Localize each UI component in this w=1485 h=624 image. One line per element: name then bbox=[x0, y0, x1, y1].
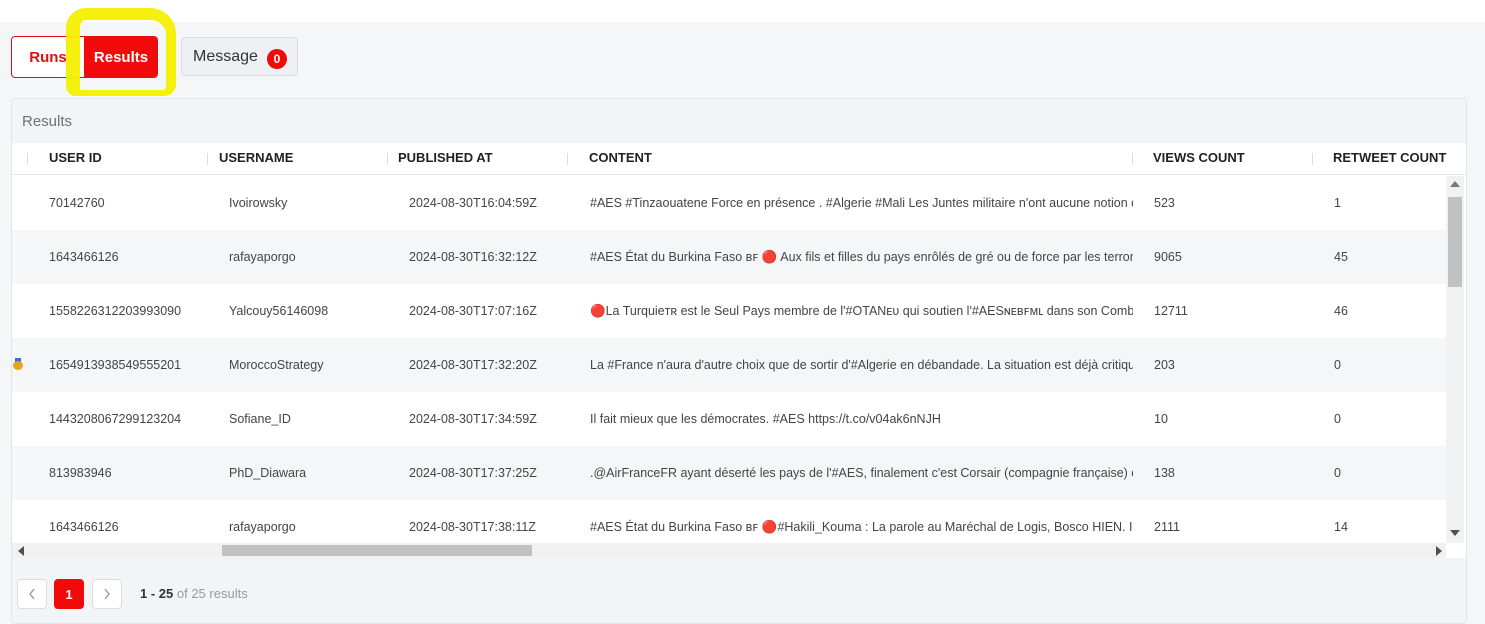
column-header-published-at[interactable]: PUBLISHED AT bbox=[398, 143, 493, 175]
tab-runs[interactable]: Runs bbox=[12, 37, 84, 77]
chevron-right-icon bbox=[104, 588, 110, 600]
cell-username: Ivoirowsky bbox=[229, 196, 288, 210]
cell-username: rafayaporgo bbox=[229, 520, 296, 534]
tab-results[interactable]: Results bbox=[84, 37, 157, 77]
cell-user-id: 1643466126 bbox=[49, 520, 119, 534]
cell-views-count: 10 bbox=[1154, 412, 1168, 426]
cell-content: #AES #Tinzaouatene Force en présence . #… bbox=[590, 196, 1133, 210]
column-header-retweet-count[interactable]: RETWEET COUNT bbox=[1333, 143, 1446, 175]
pagination-total: of 25 results bbox=[176, 586, 248, 601]
cell-retweet-count: 0 bbox=[1334, 412, 1341, 426]
table-row[interactable]: 1654913938549555201 MoroccoStrategy 2024… bbox=[12, 338, 1446, 392]
message-count-badge: 0 bbox=[267, 49, 287, 69]
table-row[interactable]: 1558226312203993090 Yalcouy56146098 2024… bbox=[12, 284, 1446, 338]
cell-views-count: 138 bbox=[1154, 466, 1175, 480]
cell-username: Yalcouy56146098 bbox=[229, 304, 329, 318]
cell-content: Il fait mieux que les démocrates. #AES h… bbox=[590, 412, 941, 426]
panel-title: Results bbox=[22, 113, 73, 130]
tab-message[interactable]: Message 0 bbox=[181, 37, 298, 76]
cell-retweet-count: 0 bbox=[1334, 358, 1341, 372]
cell-views-count: 12711 bbox=[1154, 304, 1188, 318]
column-header-username[interactable]: USERNAME bbox=[219, 143, 293, 175]
cell-retweet-count: 46 bbox=[1334, 304, 1348, 318]
cell-content: 🔴La Turquieᴛʀ est le Seul Pays membre de… bbox=[590, 304, 1133, 318]
cell-retweet-count: 45 bbox=[1334, 250, 1348, 264]
column-header-user-id[interactable]: USER ID bbox=[49, 143, 102, 175]
scroll-up-arrow-icon[interactable] bbox=[1450, 181, 1460, 187]
cell-views-count: 2111 bbox=[1154, 520, 1180, 534]
cell-username: MoroccoStrategy bbox=[229, 358, 324, 372]
table-row[interactable]: 1643466126 rafayaporgo 2024-08-30T17:38:… bbox=[12, 500, 1446, 543]
table-body: 70142760 Ivoirowsky 2024-08-30T16:04:59Z… bbox=[12, 176, 1446, 543]
results-panel: Results USER ID USERNAME PUBLISHED AT CO… bbox=[11, 98, 1467, 624]
cell-retweet-count: 14 bbox=[1334, 520, 1348, 534]
chevron-left-icon bbox=[29, 588, 35, 600]
cell-user-id: 813983946 bbox=[49, 466, 112, 480]
scroll-right-arrow-icon[interactable] bbox=[1436, 546, 1442, 556]
cell-username: PhD_Diawara bbox=[229, 466, 307, 480]
column-header-content[interactable]: CONTENT bbox=[589, 143, 652, 175]
results-table: USER ID USERNAME PUBLISHED AT CONTENT VI… bbox=[12, 143, 1466, 558]
top-bar bbox=[0, 0, 1485, 22]
cell-user-id: 1443208067299123204 bbox=[49, 412, 182, 426]
runs-results-segmented-control: Runs Results bbox=[11, 36, 158, 78]
scroll-left-arrow-icon[interactable] bbox=[18, 546, 24, 556]
column-separator bbox=[387, 153, 388, 165]
cell-views-count: 523 bbox=[1154, 196, 1175, 210]
horizontal-scroll-thumb[interactable] bbox=[222, 545, 532, 556]
cell-username: rafayaporgo bbox=[229, 250, 296, 264]
cell-published-at: 2024-08-30T17:07:16Z bbox=[409, 304, 537, 318]
cell-retweet-count: 1 bbox=[1334, 196, 1341, 210]
table-row[interactable]: 70142760 Ivoirowsky 2024-08-30T16:04:59Z… bbox=[12, 176, 1446, 230]
cell-retweet-count: 0 bbox=[1334, 466, 1341, 480]
table-row[interactable]: 1443208067299123204 Sofiane_ID 2024-08-3… bbox=[12, 392, 1446, 446]
cell-content: .@AirFranceFR ayant déserté les pays de … bbox=[590, 466, 1133, 480]
table-row[interactable]: 813983946 PhD_Diawara 2024-08-30T17:37:2… bbox=[12, 446, 1446, 500]
scroll-down-arrow-icon[interactable] bbox=[1450, 530, 1460, 536]
cell-user-id: 1558226312203993090 bbox=[49, 304, 182, 318]
pagination-range: 1 - 25 bbox=[140, 586, 174, 601]
column-separator bbox=[207, 153, 208, 165]
cell-published-at: 2024-08-30T17:37:25Z bbox=[409, 466, 537, 480]
column-separator bbox=[1132, 153, 1133, 165]
cell-content: La #France n'aura d'autre choix que de s… bbox=[590, 358, 1133, 372]
cell-published-at: 2024-08-30T16:04:59Z bbox=[409, 196, 537, 210]
cell-published-at: 2024-08-30T17:34:59Z bbox=[409, 412, 537, 426]
cell-user-id: 70142760 bbox=[49, 196, 105, 210]
column-separator bbox=[1312, 153, 1313, 165]
cell-views-count: 203 bbox=[1154, 358, 1175, 372]
pagination-next-button[interactable] bbox=[92, 579, 122, 609]
pagination-page-current[interactable]: 1 bbox=[54, 579, 84, 609]
message-label: Message bbox=[193, 47, 258, 65]
column-header-views-count[interactable]: VIEWS COUNT bbox=[1153, 143, 1245, 175]
cell-content: #AES État du Burkina Faso ʙꜰ 🔴 Aux fils … bbox=[590, 250, 1133, 264]
cell-published-at: 2024-08-30T17:38:11Z bbox=[409, 520, 536, 534]
pagination-prev-button[interactable] bbox=[17, 579, 47, 609]
cell-username: Sofiane_ID bbox=[229, 412, 291, 426]
column-separator bbox=[567, 153, 568, 165]
cell-content: #AES État du Burkina Faso ʙꜰ 🔴#Hakili_Ko… bbox=[590, 520, 1133, 534]
column-separator bbox=[27, 153, 28, 165]
medal-icon bbox=[13, 358, 23, 370]
cell-views-count: 9065 bbox=[1154, 250, 1182, 264]
cell-user-id: 1654913938549555201 bbox=[49, 358, 182, 372]
table-row[interactable]: 1643466126 rafayaporgo 2024-08-30T16:32:… bbox=[12, 230, 1446, 284]
pagination-info: 1 - 25 of 25 results bbox=[140, 586, 248, 601]
vertical-scrollbar[interactable] bbox=[1446, 176, 1464, 543]
horizontal-scrollbar[interactable] bbox=[12, 543, 1446, 558]
cell-user-id: 1643466126 bbox=[49, 250, 119, 264]
cell-published-at: 2024-08-30T17:32:20Z bbox=[409, 358, 537, 372]
table-header: USER ID USERNAME PUBLISHED AT CONTENT VI… bbox=[12, 143, 1466, 175]
vertical-scroll-thumb[interactable] bbox=[1448, 197, 1462, 287]
cell-published-at: 2024-08-30T16:32:12Z bbox=[409, 250, 537, 264]
